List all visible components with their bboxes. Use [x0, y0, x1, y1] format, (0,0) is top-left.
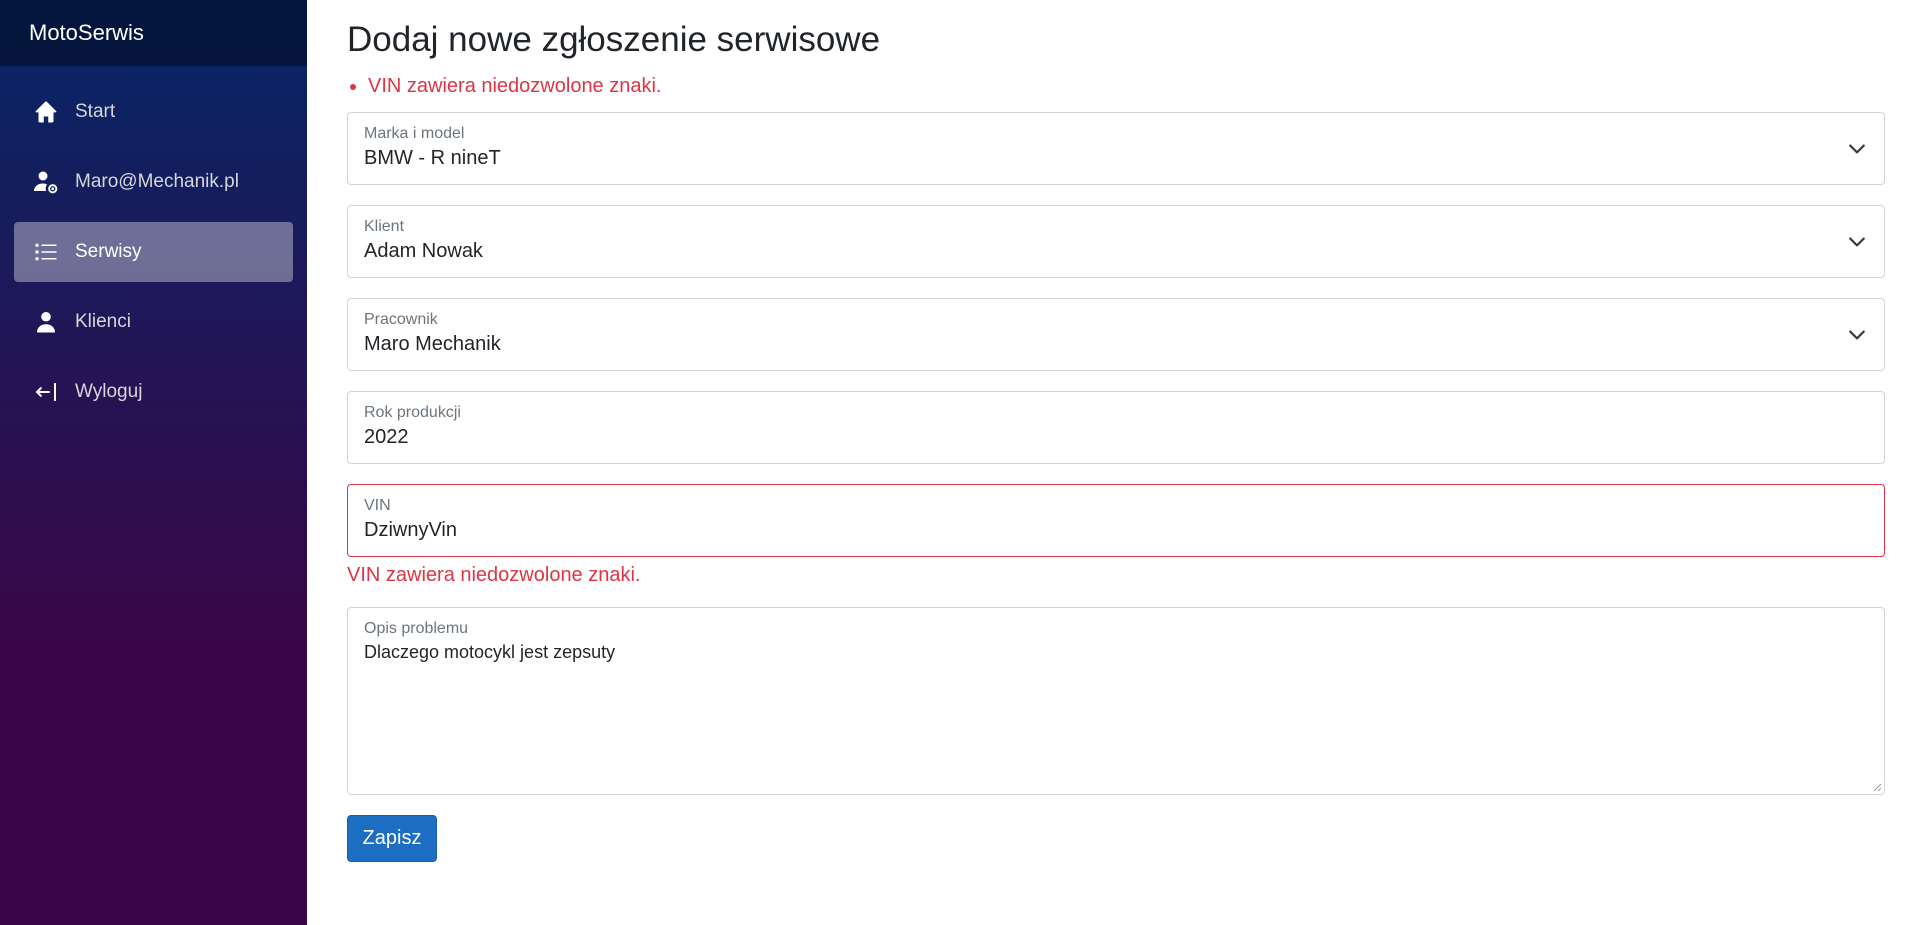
description-value: Dlaczego motocykl jest zepsuty [364, 642, 616, 662]
person-icon [34, 310, 58, 334]
vin-input[interactable]: VIN DziwnyVin [347, 484, 1885, 557]
vin-value: DziwnyVin [364, 519, 457, 541]
main-content: Dodaj nowe zgłoszenie serwisowe VIN zawi… [347, 0, 1885, 862]
employee-value: Maro Mechanik [364, 333, 501, 355]
sidebar-item-klienci[interactable]: Klienci [14, 292, 293, 352]
sidebar-item-label: Serwisy [75, 241, 142, 262]
year-label: Rok produkcji [364, 404, 461, 421]
sidebar-item-label: Start [75, 101, 116, 122]
sidebar-item-label: Wyloguj [75, 381, 143, 402]
chevron-down-icon [1849, 237, 1865, 247]
validation-summary: VIN zawiera niedozwolone znaki. [347, 74, 1885, 98]
brand[interactable]: MotoSerwis [0, 0, 307, 66]
year-input[interactable]: Rok produkcji 2022 [347, 391, 1885, 464]
client-value: Adam Nowak [364, 240, 483, 262]
description-textarea[interactable]: Opis problemu Dlaczego motocykl jest zep… [347, 607, 1885, 795]
nav-menu: Start Maro@Mechanik.pl Serwisy Klienci W… [0, 66, 307, 422]
client-select[interactable]: Klient Adam Nowak [347, 205, 1885, 278]
page-title: Dodaj nowe zgłoszenie serwisowe [347, 20, 881, 59]
save-button[interactable]: Zapisz [347, 815, 437, 862]
chevron-down-icon [1849, 330, 1865, 340]
list-icon [34, 240, 58, 264]
sidebar-item-serwisy[interactable]: Serwisy [14, 222, 293, 282]
vin-label: VIN [364, 497, 391, 514]
sidebar: MotoSerwis Start Maro@Mechanik.pl Serwis… [0, 0, 307, 925]
logout-icon [34, 380, 58, 404]
model-label: Marka i model [364, 125, 465, 142]
model-select[interactable]: Marka i model BMW - R nineT [347, 112, 1885, 185]
employee-select[interactable]: Pracownik Maro Mechanik [347, 298, 1885, 371]
sidebar-item-label: Klienci [75, 311, 131, 332]
resize-handle-icon[interactable] [1872, 782, 1882, 792]
employee-label: Pracownik [364, 311, 438, 328]
sidebar-item-label: Maro@Mechanik.pl [75, 171, 239, 192]
model-value: BMW - R nineT [364, 147, 501, 169]
validation-summary-item: VIN zawiera niedozwolone znaki. [368, 74, 1885, 98]
vin-error-message: VIN zawiera niedozwolone znaki. [347, 564, 641, 586]
user-gear-icon [34, 170, 58, 194]
sidebar-item-wyloguj[interactable]: Wyloguj [14, 362, 293, 422]
client-label: Klient [364, 218, 405, 235]
description-label: Opis problemu [364, 620, 469, 637]
chevron-down-icon [1849, 144, 1865, 154]
year-value: 2022 [364, 426, 409, 448]
home-icon [34, 100, 58, 124]
sidebar-item-profile[interactable]: Maro@Mechanik.pl [14, 152, 293, 212]
sidebar-item-start[interactable]: Start [14, 82, 293, 142]
